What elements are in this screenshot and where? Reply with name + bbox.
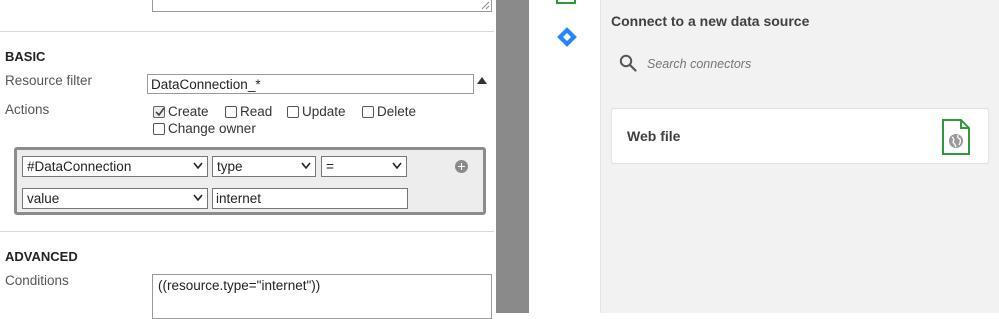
window-gutter xyxy=(496,0,529,313)
checkbox-box[interactable] xyxy=(287,105,299,118)
delete-checkbox[interactable]: Delete xyxy=(362,104,416,119)
resource-filter-input[interactable]: DataConnection_* xyxy=(147,74,474,94)
search-icon xyxy=(619,54,637,72)
actions-label: Actions xyxy=(5,102,50,117)
add-condition-plus-icon[interactable] xyxy=(455,160,468,173)
property-value: type xyxy=(217,159,243,174)
divider xyxy=(0,231,494,232)
chevron-down-icon xyxy=(193,194,203,202)
sheet-icon[interactable] xyxy=(556,0,576,4)
divider xyxy=(0,31,494,32)
checkbox-box[interactable] xyxy=(362,105,374,118)
chevron-down-icon xyxy=(193,162,203,170)
jira-icon[interactable] xyxy=(555,25,579,49)
operator-select[interactable]: = xyxy=(321,156,407,177)
create-label: Create xyxy=(168,104,209,119)
value-source-select[interactable]: value xyxy=(22,188,208,209)
resize-grip-icon[interactable] xyxy=(481,1,490,10)
description-textarea[interactable] xyxy=(152,0,492,12)
change-owner-label: Change owner xyxy=(168,121,256,136)
resource-filter-label: Resource filter xyxy=(5,73,93,88)
conditions-textarea[interactable]: ((resource.type="internet")) xyxy=(152,274,492,319)
operator-value: = xyxy=(326,159,334,174)
conditions-label: Conditions xyxy=(5,273,69,288)
read-checkbox[interactable]: Read xyxy=(225,104,272,119)
resource-type-select[interactable]: #DataConnection xyxy=(22,156,208,177)
property-select[interactable]: type xyxy=(212,156,316,177)
sort-up-icon[interactable] xyxy=(477,77,487,84)
checkbox-box[interactable] xyxy=(225,105,237,118)
checkbox-box[interactable] xyxy=(153,122,165,135)
value-source-value: value xyxy=(27,191,60,206)
web-file-icon xyxy=(942,119,970,155)
delete-label: Delete xyxy=(377,104,417,119)
update-checkbox[interactable]: Update xyxy=(287,104,346,119)
basic-section-title: BASIC xyxy=(5,49,46,64)
create-checkbox[interactable]: Create xyxy=(153,104,209,119)
advanced-section-title: ADVANCED xyxy=(5,249,78,264)
read-label: Read xyxy=(240,104,273,119)
resource-type-value: #DataConnection xyxy=(27,159,132,174)
search-connectors-input[interactable] xyxy=(645,56,849,72)
value-input[interactable]: internet xyxy=(212,188,408,209)
web-file-label: Web file xyxy=(627,128,681,144)
chevron-down-icon xyxy=(392,162,402,170)
web-file-card[interactable]: Web file xyxy=(611,108,989,164)
connect-title: Connect to a new data source xyxy=(611,13,810,29)
change-owner-checkbox[interactable]: Change owner xyxy=(153,121,256,136)
security-rule-editor: BASIC Resource filter DataConnection_* A… xyxy=(0,0,496,319)
update-label: Update xyxy=(302,104,346,119)
chevron-down-icon xyxy=(301,162,311,170)
checkmark-icon[interactable] xyxy=(153,105,165,118)
